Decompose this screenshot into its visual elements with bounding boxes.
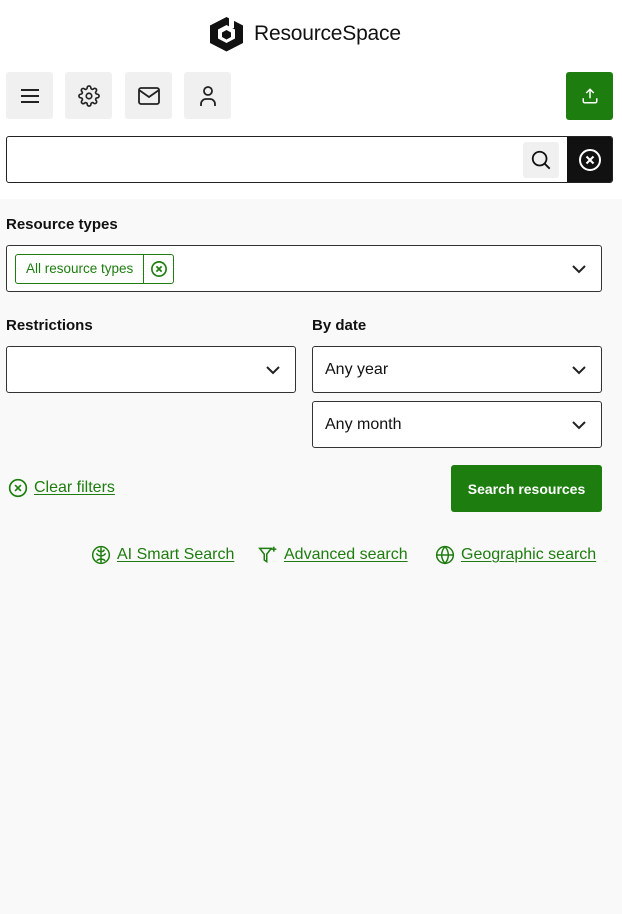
clear-filters-link[interactable]: Clear filters — [8, 478, 115, 498]
geographic-search-label: Geographic search — [461, 546, 597, 563]
mail-icon — [137, 86, 160, 105]
clear-filters-label: Clear filters — [34, 479, 115, 496]
chevron-down-icon — [266, 366, 280, 375]
restrictions-label: Restrictions — [6, 317, 93, 334]
geographic-search-link[interactable]: Geographic search — [435, 545, 596, 565]
month-value: Any month — [325, 416, 402, 433]
year-select[interactable]: Any year — [312, 346, 602, 393]
profile-button[interactable] — [184, 72, 231, 119]
resource-types-select[interactable]: All resource types — [6, 245, 602, 292]
globe-icon — [435, 545, 455, 565]
resource-type-tag-label: All resource types — [26, 261, 134, 276]
restrictions-select[interactable] — [6, 346, 296, 393]
messages-button[interactable] — [125, 72, 172, 119]
logo[interactable]: ResourceSpace — [209, 16, 401, 52]
settings-button[interactable] — [65, 72, 112, 119]
filter-plus-icon — [258, 546, 277, 564]
app-name: ResourceSpace — [254, 22, 401, 45]
year-value: Any year — [325, 361, 389, 378]
user-icon — [199, 85, 216, 106]
ai-smart-search-label: AI Smart Search — [117, 546, 235, 563]
ai-smart-search-link[interactable]: AI Smart Search — [91, 545, 234, 565]
search-submit-button[interactable] — [523, 142, 559, 178]
by-date-label: By date — [312, 317, 367, 334]
resource-type-tag-remove[interactable] — [143, 255, 173, 283]
chevron-down-icon — [572, 366, 586, 375]
search-icon — [531, 150, 551, 170]
upload-icon — [582, 88, 597, 104]
resource-types-label: Resource types — [6, 216, 118, 233]
advanced-search-link[interactable]: Advanced search — [258, 545, 408, 565]
search-box — [6, 136, 613, 183]
search-resources-button[interactable]: Search resources — [451, 465, 602, 512]
search-input[interactable] — [7, 137, 522, 182]
search-clear-button[interactable] — [567, 137, 612, 182]
chevron-down-icon — [572, 265, 586, 274]
gear-icon — [77, 84, 100, 107]
upload-button[interactable] — [566, 72, 613, 120]
brain-icon — [91, 545, 111, 565]
menu-icon — [20, 88, 39, 103]
resourcespace-logo-icon — [210, 16, 243, 52]
chevron-down-icon — [572, 421, 586, 430]
menu-button[interactable] — [6, 72, 53, 119]
advanced-search-label: Advanced search — [284, 546, 408, 563]
close-circle-icon — [578, 148, 601, 171]
resource-type-tag: All resource types — [15, 254, 175, 284]
close-circle-icon — [150, 261, 167, 277]
month-select[interactable]: Any month — [312, 401, 602, 448]
close-circle-icon — [8, 478, 28, 498]
